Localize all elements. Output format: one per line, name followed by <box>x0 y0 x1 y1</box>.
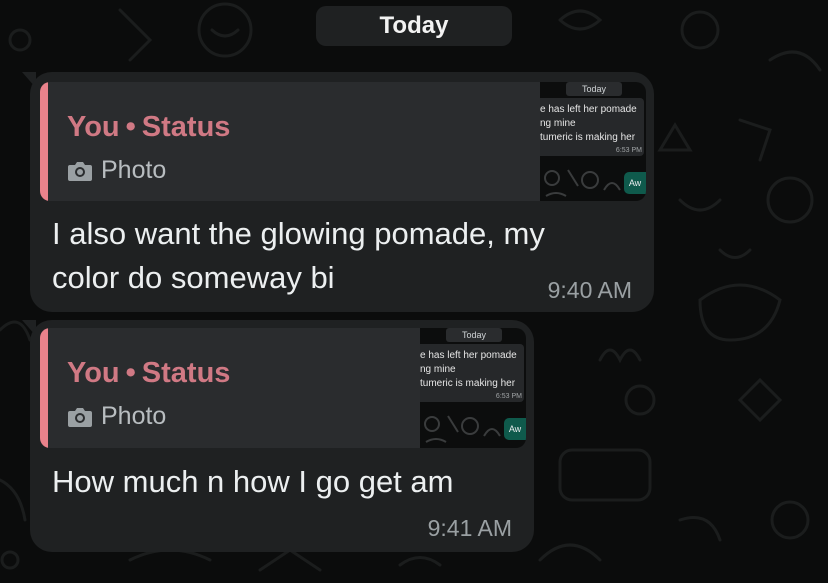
date-separator: Today <box>316 6 512 46</box>
quote-media-label: Photo <box>101 402 167 430</box>
message-text: I also want the glowing pomade, my color… <box>52 216 545 295</box>
message-bubble[interactable]: You • Status Photo Today e has left her po… <box>30 72 654 312</box>
thumbnail-line: tumeric is making her <box>540 132 636 143</box>
thumbnail-line: ng mine <box>540 118 576 129</box>
quoted-status-reply[interactable]: You • Status Photo Today e has left her po… <box>40 328 526 448</box>
thumbnail-reply-chip: Aw <box>504 418 526 440</box>
status-thumbnail: Today e has left her pomade ng mine tume… <box>420 328 526 448</box>
quote-separator: • <box>125 357 136 389</box>
quoted-status-reply[interactable]: You • Status Photo Today e has left her po… <box>40 82 646 201</box>
camera-icon <box>68 161 92 181</box>
quote-media-row: Photo <box>67 402 166 431</box>
quote-source: Status <box>141 111 231 143</box>
camera-icon <box>68 407 92 427</box>
message-time: 9:40 AM <box>547 277 632 303</box>
thumbnail-date-chip: Today <box>566 82 622 96</box>
thumbnail-line: e has left her pomade <box>540 104 637 115</box>
quote-separator: • <box>125 111 136 143</box>
thumbnail-message: e has left her pomade ng mine tumeric is… <box>540 98 644 156</box>
message-bubble[interactable]: You • Status Photo Today e has left her po… <box>30 320 534 552</box>
thumbnail-date-chip: Today <box>446 328 502 342</box>
thumbnail-message: e has left her pomade ng mine tumeric is… <box>420 344 524 402</box>
quote-accent-bar <box>40 82 48 201</box>
thumbnail-line: tumeric is making her <box>420 378 516 389</box>
thumbnail-reply-chip: Aw <box>624 172 646 194</box>
quote-media-row: Photo <box>67 156 166 185</box>
thumbnail-line: ng mine <box>420 364 456 375</box>
thumbnail-time: 6:53 PM <box>615 147 642 154</box>
status-thumbnail: Today e has left her pomade ng mine tume… <box>540 82 646 201</box>
quote-title: You • Status <box>67 111 230 144</box>
quote-title: You • Status <box>67 357 230 390</box>
thumbnail-time: 6:53 PM <box>495 393 522 400</box>
quote-sender: You <box>67 111 120 143</box>
quote-accent-bar <box>40 328 48 448</box>
thumbnail-line: e has left her pomade <box>420 350 517 361</box>
message-text: How much n how I go get am <box>52 464 454 499</box>
quote-source: Status <box>141 357 231 389</box>
quote-sender: You <box>67 357 120 389</box>
message-time: 9:41 AM <box>427 515 512 541</box>
quote-media-label: Photo <box>101 156 167 184</box>
